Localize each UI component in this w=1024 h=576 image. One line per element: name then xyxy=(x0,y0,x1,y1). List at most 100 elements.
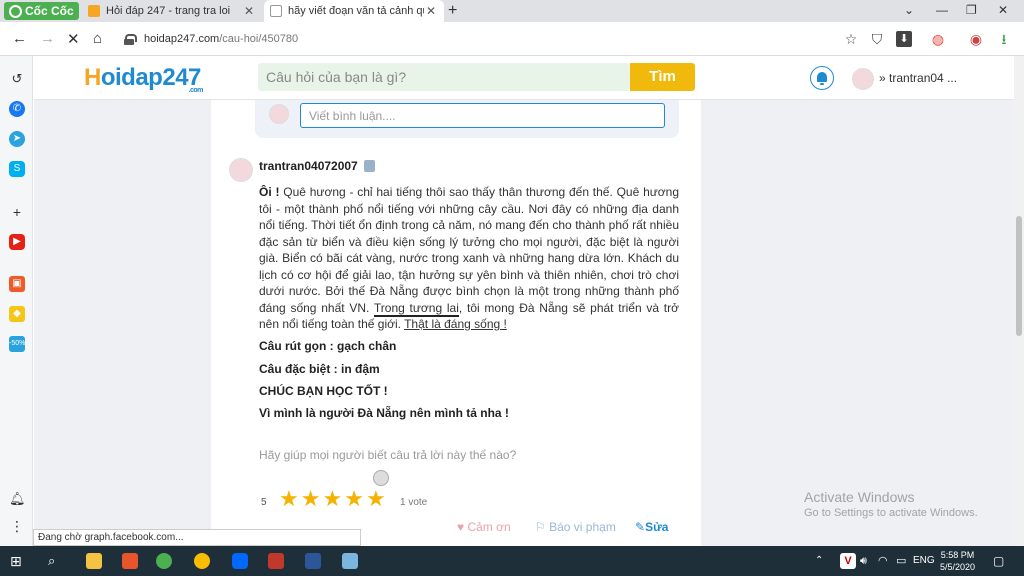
notification-icon[interactable] xyxy=(810,66,834,90)
game-icon[interactable]: ◆ xyxy=(9,306,25,322)
rating-prompt: Hãy giúp mọi người biết câu trả lời này … xyxy=(259,448,517,462)
edit-button[interactable]: ✎Sửa xyxy=(635,520,668,534)
volume-icon[interactable]: 🔊︎ xyxy=(860,553,876,569)
maximize-button[interactable]: ❐ xyxy=(966,3,977,17)
star-icon[interactable]: ★ xyxy=(279,488,299,510)
username: trantran04 ... xyxy=(889,71,958,85)
avatar[interactable] xyxy=(852,68,874,90)
tray-arrow-icon[interactable]: ⌃ xyxy=(815,553,831,569)
status-bar: Đang chờ graph.facebook.com... xyxy=(33,529,361,546)
report-button[interactable]: ⚐ Báo vi phạm xyxy=(535,520,616,534)
shield-icon[interactable]: ⛉ xyxy=(869,31,885,47)
app-icon[interactable] xyxy=(122,553,138,569)
search-icon[interactable]: ⌕ xyxy=(48,553,64,569)
tab-title: hãy viết đoạn văn tả cảnh qu xyxy=(288,5,424,17)
thanks-button[interactable]: ♥ Cảm ơn xyxy=(457,520,511,534)
star-icon[interactable]: ★ xyxy=(301,488,321,510)
rating-stars[interactable]: ★ ★ ★ ★ ★ xyxy=(279,488,386,510)
tab-search-icon[interactable]: ⌄ xyxy=(904,3,914,17)
avatar xyxy=(269,104,289,124)
language-indicator[interactable]: ENG xyxy=(913,555,935,566)
shopping-icon[interactable]: ▣ xyxy=(9,276,25,292)
search-input[interactable]: Câu hỏi của bạn là gì? xyxy=(258,63,630,91)
chrome-icon[interactable] xyxy=(194,553,210,569)
battery-icon[interactable]: ▭ xyxy=(896,553,912,569)
back-icon[interactable]: ← xyxy=(12,30,27,47)
messenger-icon[interactable]: ✆ xyxy=(9,101,25,117)
close-icon[interactable]: ✕ xyxy=(242,4,256,18)
action-center-icon[interactable]: ▢ xyxy=(993,553,1009,569)
coccoc-logo-icon xyxy=(9,4,22,18)
answer-line: Vì mình là người Đà Nẵng nên mình tả nha… xyxy=(259,406,509,420)
notification-bell-icon[interactable]: 🔔︎ xyxy=(9,491,26,507)
skype-icon[interactable]: S xyxy=(9,161,25,177)
stop-loading-icon[interactable]: ✕ xyxy=(67,30,80,48)
add-icon[interactable]: + xyxy=(9,204,25,220)
zalo-icon[interactable] xyxy=(232,553,248,569)
clock-time: 5:58 PM xyxy=(940,550,975,560)
hoidap-favicon-icon xyxy=(88,5,100,17)
edit-label: Sửa xyxy=(645,520,669,534)
answer-card: Viết bình luận.... trantran04072007 Ôi !… xyxy=(211,100,701,546)
download-icon[interactable]: ⭳ xyxy=(996,31,1012,47)
telegram-icon[interactable]: ➤ xyxy=(9,131,25,147)
home-icon[interactable]: ⌂ xyxy=(93,30,102,47)
avatar[interactable] xyxy=(229,158,253,182)
browser-sidebar: ↺ ✆ ➤ S + ▶ ▣ ◆ -50% 🔔︎ ⋮ xyxy=(0,56,33,546)
rating-value: 5 xyxy=(261,497,267,508)
wifi-icon[interactable]: ◠ xyxy=(878,553,894,569)
site-header: Hoidap247 .com Câu hỏi của bạn là gì? Tì… xyxy=(34,56,1024,100)
deal-icon[interactable]: -50% xyxy=(9,336,25,352)
scrollbar-thumb[interactable] xyxy=(1016,216,1022,336)
voter-avatar xyxy=(373,470,389,486)
tab-hoidap[interactable]: Hỏi đáp 247 - trang tra loi ✕ xyxy=(82,0,262,22)
window-close-button[interactable]: ✕ xyxy=(998,3,1008,17)
tab-active[interactable]: hãy viết đoạn văn tả cảnh qu ✕ xyxy=(264,0,444,22)
answer-line: Câu đặc biệt : in đậm xyxy=(259,362,380,376)
windows-start-icon[interactable]: ⊞ xyxy=(10,553,26,569)
youtube-icon[interactable]: ▶ xyxy=(9,234,25,250)
star-icon[interactable]: ★ xyxy=(344,488,364,510)
answer-underline-2: Thật là đáng sống ! xyxy=(404,317,507,331)
unikey-icon[interactable]: V xyxy=(840,553,856,569)
profile-icon[interactable]: ◉ xyxy=(968,31,984,47)
answer-bold-start: Ôi ! xyxy=(259,185,280,199)
scrollbar[interactable] xyxy=(1014,56,1024,546)
answer-line: CHÚC BẠN HỌC TỐT ! xyxy=(259,384,388,398)
app-icon[interactable] xyxy=(268,553,284,569)
heart-icon: ♥ xyxy=(457,520,465,534)
bookmark-star-icon[interactable]: ☆ xyxy=(843,31,859,47)
page-favicon-icon xyxy=(270,5,282,17)
new-tab-button[interactable]: + xyxy=(448,2,457,20)
minimize-button[interactable]: — xyxy=(936,3,948,17)
clock[interactable]: 5:58 PM 5/5/2020 xyxy=(940,549,975,573)
coccoc-taskbar-icon[interactable] xyxy=(156,553,172,569)
address-bar[interactable]: hoidap247.com/cau-hoi/450780 xyxy=(124,27,824,51)
answer-line: Câu rút gọn : gạch chân xyxy=(259,339,397,353)
answer-text-a: Quê hương - chỉ hai tiếng thôi sao thấy … xyxy=(259,185,680,315)
word-icon[interactable] xyxy=(305,553,321,569)
star-icon[interactable]: ★ xyxy=(366,488,386,510)
file-explorer-icon[interactable] xyxy=(86,553,102,569)
logo-suffix: .com xyxy=(188,87,204,94)
answer-username[interactable]: trantran04072007 xyxy=(259,159,358,173)
vote-count: 1 vote xyxy=(400,497,428,508)
answer-text: Ôi ! Quê hương - chỉ hai tiếng thôi sao … xyxy=(259,184,679,333)
search-button[interactable]: Tìm xyxy=(630,63,695,91)
paint-icon[interactable] xyxy=(342,553,358,569)
download-box-icon[interactable]: ⬇ xyxy=(896,31,912,47)
comment-input[interactable]: Viết bình luận.... xyxy=(300,103,665,128)
more-icon[interactable]: ⋮ xyxy=(9,518,25,534)
history-icon[interactable]: ↺ xyxy=(9,71,25,87)
user-menu[interactable]: » trantran04 ... xyxy=(879,71,957,85)
activate-windows-subtitle: Go to Settings to activate Windows. xyxy=(804,507,978,519)
coccoc-menu-button[interactable]: Cốc Cốc xyxy=(4,2,79,20)
main-content: Viết bình luận.... trantran04072007 Ôi !… xyxy=(34,100,1024,546)
star-icon[interactable]: ★ xyxy=(322,488,342,510)
extension-icon[interactable]: ◍ xyxy=(930,31,946,47)
site-logo[interactable]: Hoidap247 .com xyxy=(84,64,204,94)
close-icon[interactable]: ✕ xyxy=(424,4,438,18)
url-domain: hoidap247.com xyxy=(144,33,220,45)
forward-icon[interactable]: → xyxy=(40,30,55,47)
url-path: /cau-hoi/450780 xyxy=(219,33,299,45)
